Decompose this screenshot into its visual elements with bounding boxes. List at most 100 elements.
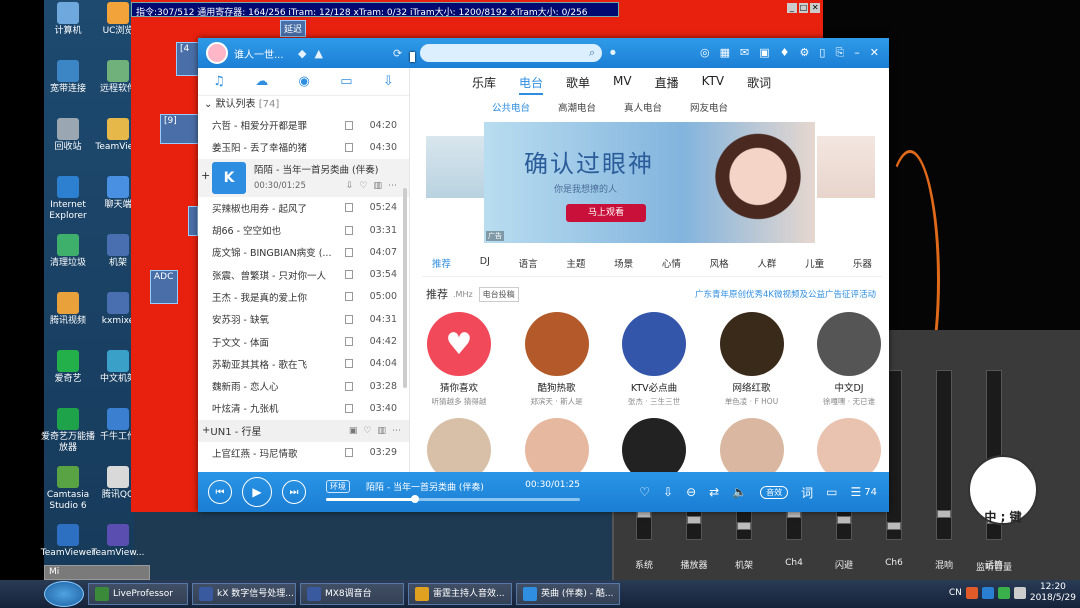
- top-nav-tab[interactable]: 电台: [519, 74, 544, 95]
- radio-card[interactable]: 酷狗热歌 郑滨天 · 斯人是: [522, 312, 592, 407]
- game-icon[interactable]: ◎: [700, 46, 710, 60]
- taskbar-button[interactable]: MX8调音台: [300, 583, 404, 605]
- radio-card[interactable]: ♥ 猜你喜欢 听猜越多 猜得越: [424, 312, 494, 407]
- top-nav-tab[interactable]: MV: [613, 74, 632, 95]
- add-icon[interactable]: +: [202, 425, 210, 436]
- tray-app-icon[interactable]: [965, 587, 978, 599]
- category-tab[interactable]: 心情: [662, 256, 681, 270]
- taskbar-button[interactable]: kX 数字信号处理...: [192, 583, 296, 605]
- playlist-scrollbar[interactable]: [403, 188, 407, 388]
- username[interactable]: 谁人一世...: [234, 46, 290, 61]
- mv-icon[interactable]: [345, 381, 353, 391]
- delete-icon[interactable]: ▥: [377, 426, 386, 436]
- grid-icon[interactable]: ▦: [720, 46, 730, 60]
- category-tab[interactable]: 推荐: [432, 256, 451, 270]
- song-row[interactable]: 胡66 - 空空如也 03:31: [198, 219, 409, 241]
- more-icon[interactable]: ⋯: [388, 181, 397, 191]
- list-section-un1[interactable]: + UN1 - 行星 ▣ ♡ ▥ ⋯: [198, 419, 409, 442]
- settings-gear-icon[interactable]: ⚙: [800, 46, 810, 60]
- top-nav-tab[interactable]: 歌单: [566, 74, 590, 95]
- desktop-icon[interactable]: 回收站: [40, 118, 96, 153]
- playlist-count[interactable]: 74: [864, 487, 877, 498]
- desktop-icon[interactable]: 腾讯视频: [40, 292, 96, 327]
- mv-icon[interactable]: [345, 292, 353, 302]
- next-button[interactable]: ⏭: [282, 480, 306, 504]
- top-nav-tab[interactable]: 歌词: [747, 74, 771, 95]
- mv-icon[interactable]: [345, 448, 353, 458]
- song-row[interactable]: 于文文 - 体面 04:42: [198, 330, 409, 352]
- mv-icon[interactable]: [345, 359, 353, 369]
- song-row[interactable]: 安苏羽 - 缺氧 04:31: [198, 308, 409, 330]
- search-input[interactable]: ⌕: [420, 44, 603, 62]
- song-row[interactable]: 庞文锦 - BINGBIAN病变 (... 04:07: [198, 241, 409, 263]
- download-icon[interactable]: ⇩: [663, 485, 673, 499]
- recommend-ad-link[interactable]: 广东青年原创优秀4K微视频及公益广告征评活动: [695, 288, 876, 300]
- desktop-icon[interactable]: Internet Explorer: [40, 176, 96, 222]
- desktop-icon[interactable]: TeamView...: [90, 524, 146, 559]
- category-tab[interactable]: 主题: [566, 256, 585, 270]
- comment-icon[interactable]: ▭: [826, 485, 837, 499]
- minimize-icon[interactable]: _: [787, 3, 797, 13]
- tray-network-icon[interactable]: [981, 587, 994, 599]
- repeat-icon[interactable]: ⇄: [709, 485, 719, 499]
- play-button[interactable]: ▶: [242, 477, 272, 507]
- close-button[interactable]: ✕: [870, 46, 879, 60]
- maximize-icon[interactable]: □: [798, 3, 809, 13]
- mv-icon[interactable]: [345, 403, 353, 413]
- radio-card[interactable]: 网络红歌 单色凌 · F HOU: [717, 312, 787, 407]
- song-row[interactable]: 苏勒亚其其格 - 歌在飞 04:04: [198, 353, 409, 375]
- banner-watch-button[interactable]: 马上观看: [566, 204, 646, 222]
- dsp-block-edge[interactable]: [188, 206, 198, 236]
- mv-icon[interactable]: [345, 314, 353, 324]
- submit-radio-button[interactable]: 电台投稿: [478, 286, 519, 302]
- mv-icon[interactable]: [345, 142, 353, 152]
- song-row[interactable]: 上官红燕 - 玛尼情歌 03:29: [198, 442, 409, 464]
- sub-nav-tab[interactable]: 真人电台: [624, 100, 662, 114]
- desktop-icon[interactable]: Camtasia Studio 6: [40, 466, 96, 512]
- desktop-icon[interactable]: 计算机: [40, 2, 96, 37]
- song-row[interactable]: 买辣椒也用券 - 起风了 05:24: [198, 197, 409, 219]
- mv-icon[interactable]: ▣: [349, 426, 358, 436]
- banner-next[interactable]: [817, 136, 875, 198]
- top-nav-tab[interactable]: 乐库: [472, 74, 496, 95]
- mini-window-title[interactable]: Mi: [44, 565, 150, 580]
- heart-icon[interactable]: ♡: [363, 426, 371, 436]
- dsp-block-9[interactable]: [9]: [160, 114, 200, 144]
- message-icon[interactable]: ▲: [314, 47, 322, 60]
- top-nav-tab[interactable]: KTV: [702, 74, 724, 95]
- volume-icon[interactable]: 🔈: [732, 485, 747, 499]
- lyrics-icon[interactable]: 词: [801, 484, 813, 501]
- desktop-icon[interactable]: 宽带连接: [40, 60, 96, 95]
- fader-knob[interactable]: [887, 522, 901, 530]
- microphone-icon[interactable]: ⏺: [610, 46, 616, 60]
- more-icon[interactable]: ⋯: [392, 426, 401, 436]
- sub-nav-tab[interactable]: 高潮电台: [558, 100, 596, 114]
- desktop-icon[interactable]: 清理垃圾: [40, 234, 96, 269]
- skin-icon[interactable]: ▣: [759, 46, 769, 60]
- song-row[interactable]: 张震、曾繁琪 - 只对你一人 03:54: [198, 263, 409, 285]
- left-tab-1[interactable]: ☁: [255, 74, 268, 89]
- fold-icon[interactable]: ⎘: [835, 46, 844, 60]
- mv-icon[interactable]: [345, 270, 353, 280]
- sub-nav-tab[interactable]: 公共电台: [492, 100, 530, 114]
- dsp-block-adc[interactable]: ADC: [150, 270, 178, 304]
- shirt-icon[interactable]: ♦: [780, 46, 790, 60]
- mv-icon[interactable]: [345, 247, 353, 257]
- mini-mode-icon[interactable]: ▯: [819, 46, 825, 60]
- radio-card[interactable]: KTV必点曲 张杰 · 三生三世: [619, 312, 689, 407]
- minimize-button[interactable]: –: [854, 46, 860, 60]
- banner-prev[interactable]: [426, 136, 484, 198]
- tray-security-icon[interactable]: [997, 587, 1010, 599]
- previous-button[interactable]: ⏮: [208, 480, 232, 504]
- desktop-icon[interactable]: TeamViewer: [40, 524, 96, 559]
- category-tab[interactable]: 语言: [519, 256, 538, 270]
- fader-knob[interactable]: [737, 522, 751, 530]
- category-tab[interactable]: 乐器: [853, 256, 872, 270]
- default-list-header[interactable]: ⌄ 默认列表 [74]: [198, 96, 409, 114]
- search-icon[interactable]: ⌕: [589, 46, 595, 60]
- song-row[interactable]: 魏新雨 - 恋人心 03:28: [198, 375, 409, 397]
- top-nav-tab[interactable]: 直播: [655, 74, 679, 95]
- minus-icon[interactable]: ⊖: [686, 485, 696, 499]
- taskbar-button[interactable]: 英曲 (伴奏) - 酷...: [516, 583, 620, 605]
- sub-nav-tab[interactable]: 网友电台: [690, 100, 728, 114]
